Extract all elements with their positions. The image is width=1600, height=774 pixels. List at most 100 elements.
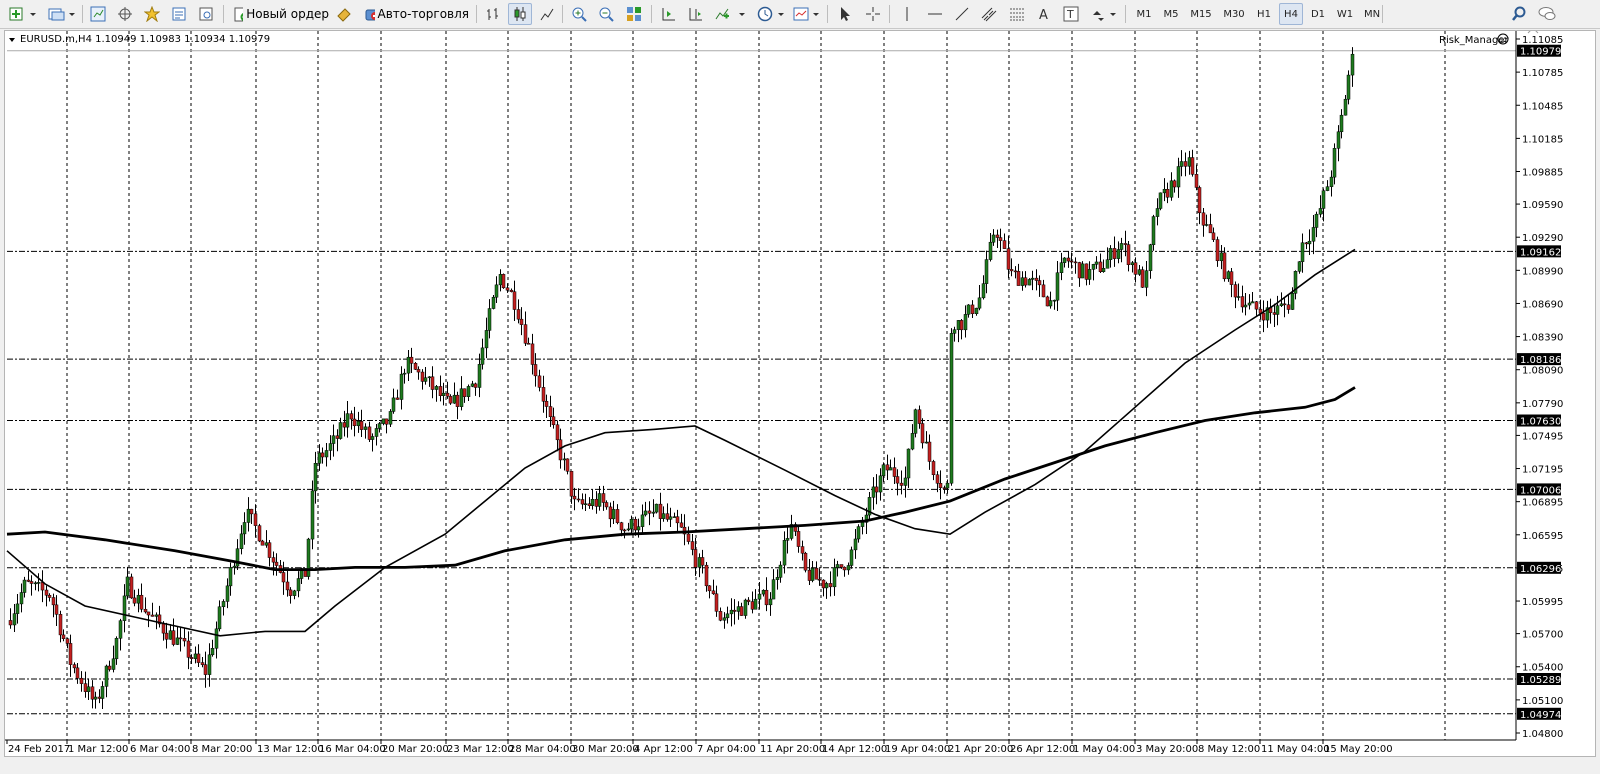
candlestick-chart-button[interactable] <box>508 3 532 25</box>
bear-candle <box>249 508 254 515</box>
price-label: 1.05100 <box>1522 696 1563 707</box>
bull-candle <box>345 413 350 428</box>
bear-candle <box>565 458 570 472</box>
bull-candle <box>771 579 776 600</box>
timeframe-w1-button[interactable]: W1 <box>1333 3 1357 25</box>
chart-window[interactable]: 24 Feb 2017 1 Mar 12:00 6 Mar 04:00 8 Mar 2… <box>4 27 1596 757</box>
bear-candle <box>54 604 59 615</box>
market-orders-button[interactable] <box>332 3 356 25</box>
crosshair-tool-button[interactable] <box>862 3 884 25</box>
horizontal-line-button[interactable] <box>924 3 946 25</box>
indicators-dropdown[interactable] <box>736 3 748 25</box>
timeframe-d1-button[interactable]: D1 <box>1306 3 1330 25</box>
bear-candle <box>1233 284 1238 298</box>
bull-candle <box>210 648 215 656</box>
bull-candle <box>1250 301 1255 304</box>
bear-candle <box>803 552 808 571</box>
bear-candle <box>1183 161 1188 167</box>
fibonacci-button[interactable] <box>1006 3 1028 25</box>
bull-candle <box>33 582 38 585</box>
bull-candle <box>1279 303 1284 306</box>
bull-candle <box>910 433 915 450</box>
search-button[interactable] <box>1508 3 1530 25</box>
line-chart-button[interactable] <box>536 3 558 25</box>
bear-candle <box>473 383 478 388</box>
time-label: 14 Apr 12:00 <box>822 744 887 755</box>
price-level-label: 1.07630 <box>1520 417 1561 428</box>
cursor-tool-button[interactable] <box>834 3 856 25</box>
tile-windows-button[interactable] <box>622 3 646 25</box>
chart-shift-button[interactable] <box>684 3 706 25</box>
bear-candle <box>1006 248 1011 270</box>
navigator-button[interactable] <box>114 3 136 25</box>
timeframe-mn-button[interactable]: MN <box>1360 3 1384 25</box>
bear-candle <box>548 406 553 417</box>
price-label: 1.07790 <box>1522 399 1563 410</box>
bull-candle <box>487 308 492 331</box>
price-label: 1.09590 <box>1522 200 1563 211</box>
timeframe-h4-button[interactable]: H4 <box>1279 3 1303 25</box>
bull-candle <box>214 628 219 649</box>
new-chart-button[interactable] <box>6 3 40 25</box>
data-window-button[interactable] <box>168 3 190 25</box>
bear-candle <box>572 495 577 500</box>
templates-button[interactable] <box>791 3 823 25</box>
bear-candle <box>1126 244 1131 265</box>
timeframe-m15-button[interactable]: M15 <box>1186 3 1216 25</box>
timeframe-h1-button[interactable]: H1 <box>1252 3 1276 25</box>
chart-menu-triangle-icon[interactable] <box>9 38 15 42</box>
bull-candle <box>104 665 109 687</box>
indicators-button[interactable] <box>711 3 733 25</box>
vertical-line-button[interactable] <box>896 3 918 25</box>
bar-chart-button[interactable] <box>482 3 504 25</box>
bull-candle <box>832 567 837 588</box>
autoscroll-button[interactable] <box>657 3 679 25</box>
bull-candle <box>246 508 251 523</box>
text-label-button[interactable]: T <box>1060 3 1082 25</box>
bear-candle <box>633 519 638 531</box>
bull-candle <box>377 423 382 429</box>
timeframe-m1-button[interactable]: M1 <box>1132 3 1156 25</box>
bear-candle <box>203 664 208 675</box>
bull-candle <box>228 567 233 587</box>
bear-candle <box>892 467 897 477</box>
bull-candle <box>168 630 173 640</box>
trendline-button[interactable] <box>951 3 973 25</box>
bear-candle <box>931 461 936 476</box>
new-order-button[interactable]: Новый ордер <box>230 3 330 25</box>
bull-candle <box>768 598 773 606</box>
bull-candle <box>1055 272 1060 301</box>
timeframe-m30-button[interactable]: M30 <box>1219 3 1249 25</box>
bear-candle <box>1197 187 1202 214</box>
bull-candle <box>317 452 322 464</box>
zoom-out-button[interactable] <box>595 3 617 25</box>
bull-candle <box>331 435 336 444</box>
strategy-tester-button[interactable] <box>195 3 217 25</box>
bull-candle <box>1336 131 1341 149</box>
bull-candle <box>562 458 567 461</box>
time-label: 30 Mar 20:00 <box>572 744 639 755</box>
bull-candle <box>1030 277 1035 280</box>
zoom-in-button[interactable] <box>568 3 590 25</box>
bear-candle <box>842 566 847 571</box>
main-toolbar: Новый ордер Авто-торговля A T M1 M5 M15 … <box>0 0 1600 29</box>
auto-trading-button[interactable]: Авто-торговля <box>360 3 470 25</box>
price-chart[interactable]: 24 Feb 20171 Mar 12:00 6 Mar 04:00 8 Mar 2… <box>5 27 1595 756</box>
profiles-button[interactable] <box>44 3 78 25</box>
chat-button[interactable] <box>1535 3 1559 25</box>
bear-candle <box>1098 261 1103 272</box>
timeframe-m5-button[interactable]: M5 <box>1159 3 1183 25</box>
time-label: 16 Mar 04:00 <box>319 744 386 755</box>
favorites-button[interactable] <box>141 3 163 25</box>
bull-candle <box>1219 252 1224 262</box>
bull-candle <box>1062 257 1067 263</box>
equidistant-channel-button[interactable] <box>978 3 1000 25</box>
periods-button[interactable] <box>754 3 788 25</box>
bear-candle <box>1123 243 1128 245</box>
text-tool-button[interactable]: A <box>1033 3 1055 25</box>
bull-candle <box>956 320 961 330</box>
arrows-button[interactable] <box>1088 3 1120 25</box>
bull-candle <box>15 603 20 614</box>
market-watch-button[interactable] <box>87 3 109 25</box>
bull-candle <box>722 617 727 621</box>
